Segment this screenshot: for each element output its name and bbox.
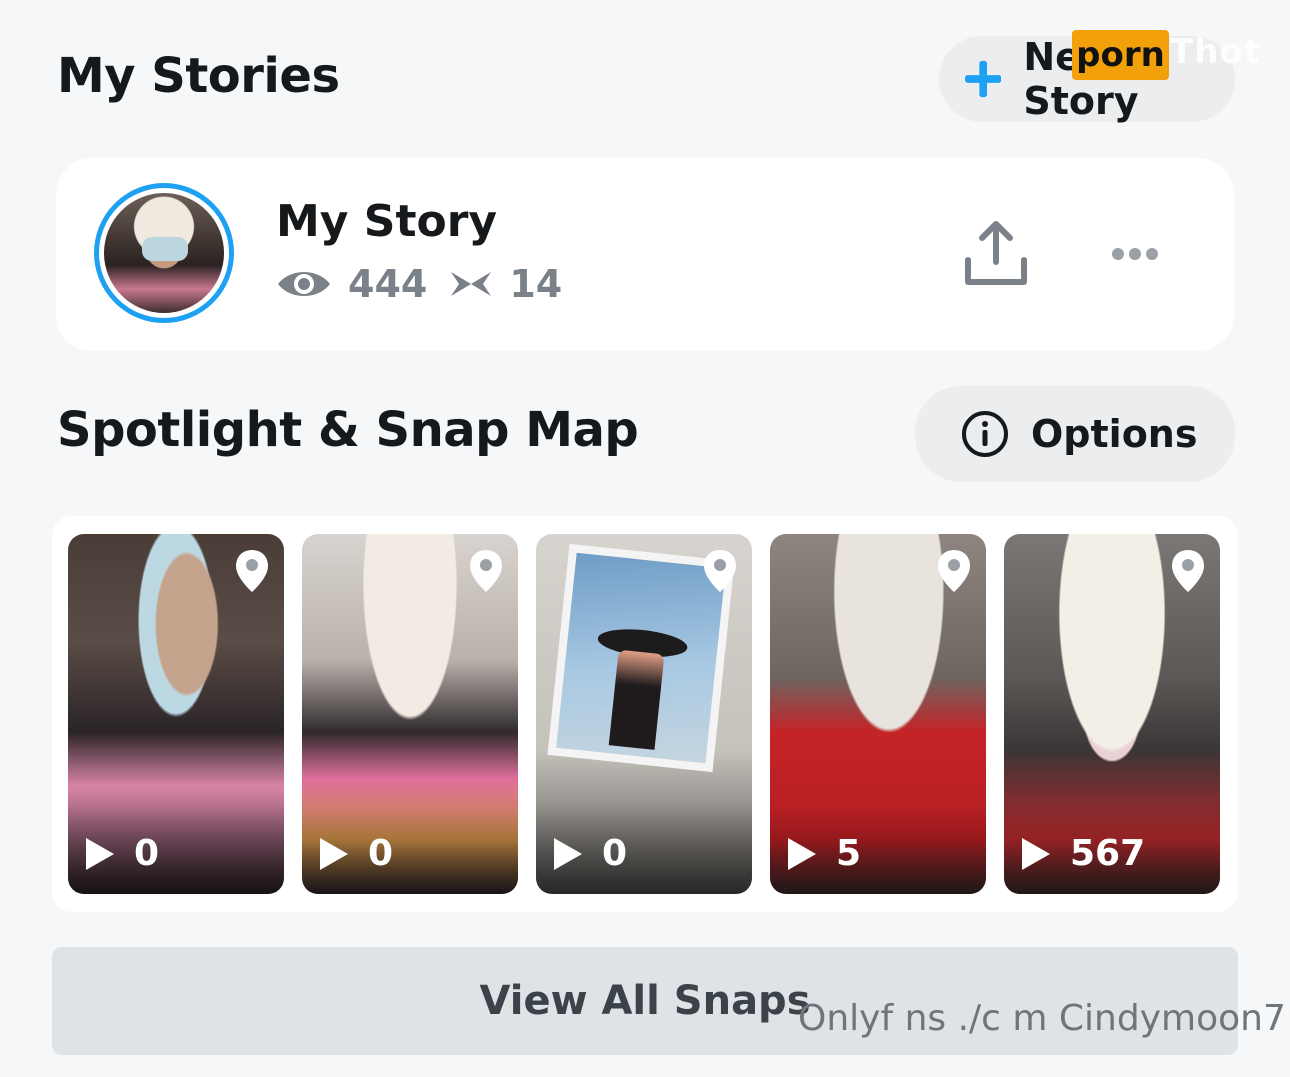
play-icon (320, 837, 348, 870)
spotlight-thumbnail[interactable]: 5 (770, 534, 986, 894)
info-icon (962, 411, 1008, 457)
avatar[interactable] (94, 183, 234, 323)
upload-icon[interactable] (962, 220, 1030, 288)
play-icon (554, 837, 582, 870)
spotlight-thumbnail[interactable]: 0 (536, 534, 752, 894)
avatar-image (104, 193, 224, 313)
watermark-text: Onlyf ns ./c m Cindymoon7 (798, 998, 1286, 1039)
spotlight-thumbnail[interactable]: 0 (68, 534, 284, 894)
view-count: 0 (368, 833, 394, 874)
play-icon (788, 837, 816, 870)
location-pin-icon (470, 550, 502, 592)
more-icon[interactable] (1112, 244, 1158, 264)
view-count: 0 (134, 833, 160, 874)
play-count: 5 (788, 833, 861, 874)
spotlight-grid: 0 0 0 5 567 (52, 516, 1238, 912)
view-count: 0 (602, 833, 628, 874)
play-count: 0 (320, 833, 393, 874)
spotlight-title: Spotlight & Snap Map (57, 402, 639, 458)
location-pin-icon (938, 550, 970, 592)
location-pin-icon (704, 550, 736, 592)
screenshot-icon (451, 272, 492, 296)
play-count: 567 (1022, 833, 1145, 874)
location-pin-icon (236, 550, 268, 592)
my-stories-title: My Stories (57, 48, 340, 104)
play-count: 0 (554, 833, 627, 874)
play-icon (1022, 837, 1050, 870)
options-button[interactable]: Options (915, 386, 1235, 482)
watermark-badge: porn (1072, 30, 1169, 80)
story-name: My Story (276, 196, 498, 247)
play-count: 0 (86, 833, 159, 874)
view-count: 5 (836, 833, 862, 874)
eye-icon (278, 272, 330, 296)
story-stats: 444 14 (276, 262, 584, 306)
options-label: Options (1031, 412, 1198, 456)
screenshot-count: 14 (509, 262, 563, 306)
watermark-badge-suffix: Thot (1170, 32, 1262, 72)
view-count: 567 (1070, 833, 1146, 874)
spotlight-thumbnail[interactable]: 567 (1004, 534, 1220, 894)
play-icon (86, 837, 114, 870)
plus-icon (965, 60, 1002, 98)
location-pin-icon (1172, 550, 1204, 592)
my-story-card[interactable]: My Story 444 14 (56, 158, 1234, 351)
spotlight-thumbnail[interactable]: 0 (302, 534, 518, 894)
view-count: 444 (348, 262, 428, 306)
